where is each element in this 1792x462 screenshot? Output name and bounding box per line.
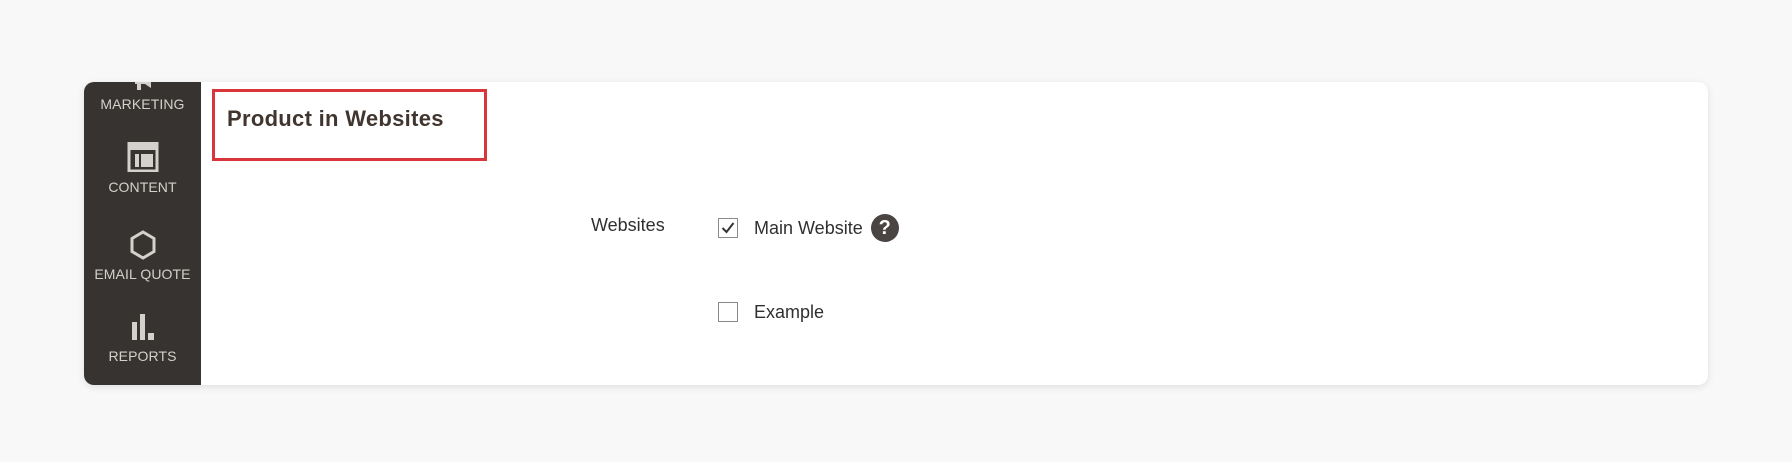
admin-sidebar: MARKETING CONTENT EMAIL QUOTE REPORTS (84, 82, 201, 385)
example-checkbox[interactable] (718, 302, 738, 322)
product-in-websites-panel: MARKETING CONTENT EMAIL QUOTE REPORTS Pr… (84, 82, 1708, 385)
layout-icon (127, 142, 158, 172)
example-label: Example (754, 301, 825, 322)
checkmark-icon (721, 222, 735, 234)
main-content: Product in Websites Websites Main Websit… (201, 82, 1708, 385)
sidebar-item-email-quote[interactable]: EMAIL QUOTE (84, 230, 201, 282)
section-title: Product in Websites (227, 106, 444, 131)
sidebar-item-label: EMAIL QUOTE (94, 266, 191, 282)
sidebar-item-marketing[interactable]: MARKETING (84, 82, 201, 112)
main-website-label: Main Website (754, 217, 863, 238)
sidebar-item-label: REPORTS (108, 348, 177, 364)
sidebar-item-content[interactable]: CONTENT (84, 142, 201, 195)
hexagon-icon (130, 230, 155, 260)
sidebar-item-label: CONTENT (108, 179, 177, 195)
main-website-checkbox[interactable] (718, 218, 738, 238)
help-icon[interactable]: ? (870, 214, 899, 242)
websites-field-label: Websites (591, 215, 665, 235)
example-option[interactable]: Example (718, 300, 824, 324)
bar-chart-icon (131, 314, 154, 340)
sidebar-item-reports[interactable]: REPORTS (84, 314, 201, 364)
main-website-option[interactable]: Main Website ? (718, 214, 899, 242)
sidebar-item-label: MARKETING (100, 96, 185, 112)
megaphone-icon (134, 82, 151, 90)
